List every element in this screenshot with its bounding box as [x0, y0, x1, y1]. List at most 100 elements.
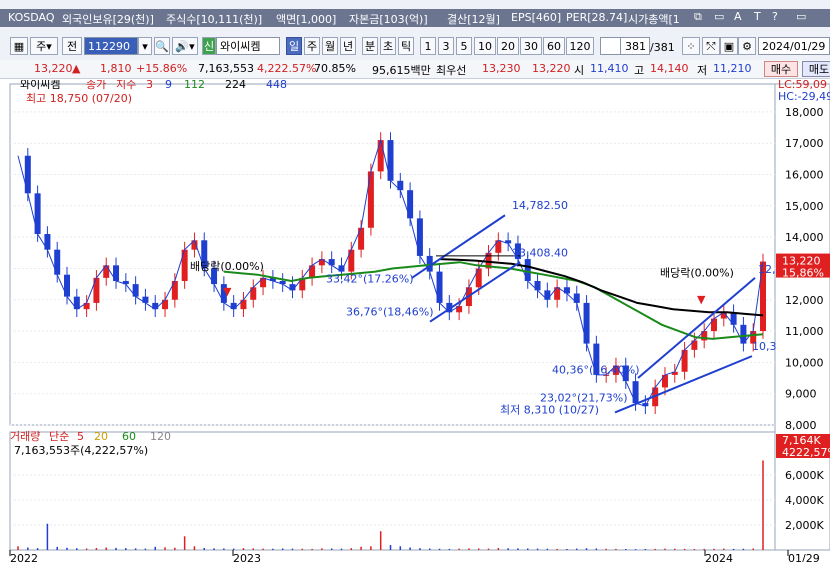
- interval-5[interactable]: 5: [456, 37, 472, 55]
- help-icon[interactable]: ?: [772, 10, 778, 23]
- minimize-icon[interactable]: ▭: [796, 10, 806, 23]
- period-week[interactable]: 주: [304, 37, 320, 55]
- period-day[interactable]: 일: [286, 37, 302, 55]
- text-icon[interactable]: A: [734, 10, 742, 23]
- page-current[interactable]: 381: [620, 37, 650, 55]
- stock-name-field[interactable]: 와이씨켐: [216, 37, 280, 55]
- grid-icon[interactable]: ▦: [10, 37, 28, 55]
- period-minute[interactable]: 분: [362, 37, 378, 55]
- candle-body: [377, 140, 384, 172]
- volume-tick-label: 6,000K: [785, 469, 824, 482]
- search-icon[interactable]: 🔍: [154, 37, 170, 55]
- high-label: 최고 18,750 (07/20): [26, 92, 132, 105]
- foreign-limit: 외국인보유[29(천)]: [62, 13, 154, 26]
- title-icon[interactable]: T: [754, 10, 761, 23]
- period-year[interactable]: 년: [340, 37, 356, 55]
- price-panel-frame: [9, 83, 776, 426]
- gear-icon[interactable]: ⚙: [738, 37, 756, 55]
- interval-120[interactable]: 120: [566, 37, 594, 55]
- y-tick-label: 10,000: [785, 356, 824, 369]
- candle-body: [475, 268, 482, 288]
- candle-body: [348, 249, 355, 272]
- period-second[interactable]: 초: [380, 37, 396, 55]
- candle-body: [34, 193, 41, 235]
- chevron-down-icon[interactable]: ▾: [138, 37, 152, 55]
- buy-button[interactable]: 매수: [764, 61, 798, 77]
- trend-label: 33,42°(17.26%): [326, 273, 414, 286]
- trend-icon[interactable]: ⤲: [702, 37, 720, 55]
- volume-tick-label: 4,000K: [785, 494, 824, 507]
- trend-label: 36,76°(18,46%): [346, 305, 434, 318]
- trade-amount: 95,615백만: [372, 64, 431, 77]
- volume-tick-label: 2,000K: [785, 519, 824, 532]
- best-bid: 13,220: [532, 62, 571, 75]
- candle-body: [54, 249, 61, 275]
- hc-label: HC:-29,49: [778, 90, 830, 103]
- candle-body: [358, 227, 365, 250]
- candle-body: [171, 280, 178, 300]
- candle-body: [632, 381, 639, 404]
- legend-item: 종가: [86, 80, 106, 91]
- volume-legend-item: 5: [77, 430, 84, 443]
- interval-3[interactable]: 3: [438, 37, 454, 55]
- settlement: 결산[12월]: [447, 13, 500, 26]
- drag-icon[interactable]: ⁘: [682, 37, 700, 55]
- per: PER[28.74]: [566, 11, 628, 24]
- quote-bar: 13,220 ▲ 1,810 +15.86% 7,163,553 4,222.5…: [0, 60, 830, 79]
- high-price: 14,140: [650, 62, 689, 75]
- candle-body: [64, 274, 71, 297]
- interval-10[interactable]: 10: [474, 37, 496, 55]
- legend-item: 지수: [116, 80, 136, 91]
- shares-count: 주식수[10,111(천)]: [166, 13, 263, 26]
- volume-legend-item: 거래량: [10, 430, 40, 443]
- period-month[interactable]: 월: [322, 37, 338, 55]
- candle-body: [93, 277, 100, 303]
- last-pct-label: 15,86%: [782, 267, 824, 280]
- y-tick-label: 11,000: [785, 325, 824, 338]
- current-price: 13,220: [34, 62, 73, 75]
- candle-body: [113, 265, 120, 281]
- x-tick-label: 2024: [705, 552, 733, 562]
- market-label: KOSDAQ: [8, 11, 55, 24]
- low-price: 11,210: [713, 62, 752, 75]
- y-tick-label: 16,000: [785, 169, 824, 182]
- sell-button[interactable]: 매도: [802, 61, 830, 77]
- interval-20[interactable]: 20: [497, 37, 519, 55]
- market-select[interactable]: 주▾: [30, 37, 58, 55]
- volume-legend-item: 60: [122, 430, 136, 443]
- period-tick[interactable]: 틱: [398, 37, 414, 55]
- legend-item: 9: [165, 80, 172, 91]
- interval-30[interactable]: 30: [520, 37, 542, 55]
- x-tick-label: 2023: [233, 552, 261, 562]
- candle-body: [661, 374, 668, 388]
- volume: 7,163,553: [198, 62, 254, 75]
- chart-title: 와이씨켐: [20, 80, 60, 91]
- candle-body: [309, 265, 316, 278]
- candle-body: [524, 259, 531, 281]
- x-tick-label: 01/29: [788, 552, 820, 562]
- trend-label: 14,782.50: [512, 199, 568, 212]
- low-label: 저: [697, 64, 708, 77]
- copy-icon[interactable]: ⧉: [694, 10, 702, 24]
- interval-1[interactable]: 1: [420, 37, 436, 55]
- new-badge: 신: [202, 37, 216, 55]
- window-icon[interactable]: ▭: [714, 10, 724, 23]
- candle-body: [181, 249, 188, 281]
- price-chart[interactable]: 18,00017,00016,00015,00014,00013,00012,0…: [0, 78, 830, 565]
- trend-label: 12,: [758, 263, 776, 276]
- legend-item: 224: [225, 80, 246, 91]
- candle-body: [44, 234, 51, 250]
- date-input[interactable]: 2024/01/29: [758, 37, 830, 55]
- stock-code-input[interactable]: 112290: [84, 37, 138, 55]
- y-tick-label: 8,000: [785, 419, 817, 432]
- candle-body: [250, 287, 257, 300]
- interval-60[interactable]: 60: [543, 37, 565, 55]
- x-tick-label: 2022: [10, 552, 38, 562]
- best-ask-label: 최우선: [436, 64, 467, 77]
- volume-legend-item: 단순: [49, 430, 69, 443]
- chart-area[interactable]: 18,00017,00016,00015,00014,00013,00012,0…: [0, 78, 830, 565]
- prev-toggle[interactable]: 전: [62, 37, 82, 55]
- speaker-icon[interactable]: 🔊▾: [172, 37, 198, 55]
- y-tick-label: 17,000: [785, 137, 824, 150]
- save-icon[interactable]: ▣: [720, 37, 738, 55]
